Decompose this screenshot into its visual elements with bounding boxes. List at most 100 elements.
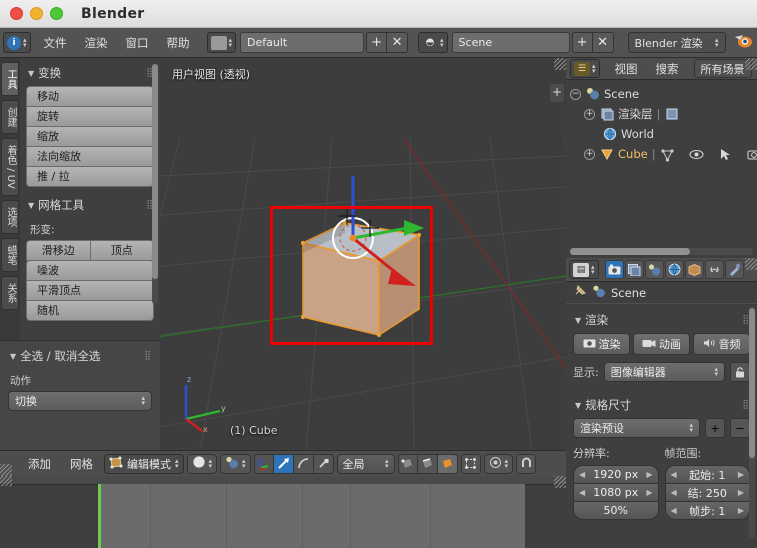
collapse-icon[interactable]: − [570,88,581,100]
render-section-header[interactable]: ▼ 渲染 ⣿ [573,309,750,333]
mesh-tools-panel-header[interactable]: ▼ 网格工具 ⣿ [26,194,154,218]
outliner-row-cube[interactable]: + Cube | [566,144,757,164]
lock-interface-icon[interactable] [730,362,750,382]
minimize-window-button[interactable] [30,7,43,20]
edge-slide-button[interactable]: 滑移边 [26,240,91,261]
chevron-right-icon[interactable]: ▶ [646,488,652,497]
transform-orientation-selector[interactable]: 全局 ▴ ▾ [336,453,395,474]
render-engine-selector[interactable]: Blender 渲染 ▴ ▾ [627,32,726,53]
dimensions-section-header[interactable]: ▼ 规格尺寸 ⣿ [573,394,750,418]
menu-file[interactable]: 文件 [35,32,76,54]
add-preset-button[interactable]: + [705,418,725,438]
outliner-row-world[interactable]: World [566,124,757,144]
randomize-button[interactable]: 随机 [26,300,154,321]
tab-options[interactable]: 选项 [1,199,19,234]
screen-layout-icon-selector[interactable]: ▴ ▾ [206,32,237,53]
edge-select-mode-icon[interactable] [417,453,438,474]
chevron-right-icon[interactable]: ▶ [738,470,744,479]
delete-scene-button[interactable]: ✕ [592,32,614,53]
action-dropdown[interactable]: 切换 ▴ ▾ [8,391,152,411]
display-mode-dropdown[interactable]: 图像编辑器 ▴ ▾ [603,362,725,382]
redo-panel-header[interactable]: ▼ 全选 / 取消全选 ⣿ [8,345,152,369]
scene-linking-selector[interactable]: ▴ ▾ [220,453,251,474]
expand-icon[interactable]: + [584,148,595,160]
timeline-editor[interactable] [0,476,566,548]
push-pull-button[interactable]: 推 / 拉 [26,166,154,187]
scene-browse-selector[interactable]: ◓ ▴ ▾ [418,32,448,53]
transform-panel-header[interactable]: ▼ 变换 ⣿ [26,62,154,86]
pin-icon[interactable] [573,284,587,301]
frame-end-field[interactable]: ◀ 结: 250 ▶ [664,483,750,502]
scale-button[interactable]: 缩放 [26,126,154,147]
timeline-playhead[interactable] [98,484,101,548]
chevron-left-icon[interactable]: ◀ [671,470,677,479]
smooth-vertex-button[interactable]: 平滑顶点 [26,280,154,301]
maximize-window-button[interactable] [50,7,63,20]
render-audio-button[interactable]: 音频 [693,333,750,355]
area-corner-grip-icon[interactable] [0,464,12,476]
footer-menu-add[interactable]: 添加 [20,456,59,472]
chevron-left-icon[interactable]: ◀ [671,506,677,515]
properties-tab-constraints[interactable] [704,260,724,279]
render-animation-button[interactable]: 动画 [633,333,690,355]
viewport-shading-selector[interactable]: ▴ ▾ [186,453,218,474]
screen-layout-name[interactable]: Default [240,32,365,53]
frame-step-field[interactable]: ◀ 帧步: 1 ▶ [664,501,750,520]
tab-create[interactable]: 创建 [1,100,19,134]
scene-name-field[interactable]: Scene [451,32,570,53]
footer-menu-mesh[interactable]: 网格 [62,456,101,472]
outliner-row-render-layers[interactable]: + 渲染层 | [566,104,757,124]
properties-tab-object[interactable] [684,260,704,279]
frame-start-field[interactable]: ◀ 起始: 1 ▶ [664,465,750,484]
visibility-eye-icon[interactable] [689,147,704,162]
renderability-camera-icon[interactable] [747,147,757,162]
properties-tab-render[interactable] [604,260,624,279]
menu-help[interactable]: 帮助 [158,32,199,54]
render-layer-data-icon[interactable] [664,107,679,122]
manipulator-toggle-icon[interactable] [253,453,274,474]
scale-manipulator-icon[interactable] [313,453,334,474]
occlude-geometry-icon[interactable] [460,453,481,474]
resolution-x-field[interactable]: ◀ 1920 px ▶ [573,465,659,484]
selectability-cursor-icon[interactable] [718,147,733,162]
menu-window[interactable]: 窗口 [117,32,158,54]
editor-type-selector-outliner[interactable]: ☰ ▴ ▾ [570,59,600,78]
tab-grease-pencil[interactable]: 蜡笔 [1,237,19,272]
properties-scrollbar[interactable] [749,308,755,538]
outliner-menu-search[interactable]: 搜索 [647,58,688,80]
properties-tab-world[interactable] [664,260,684,279]
viewport-3d[interactable]: z y x 用户视图 (透视) (1) Cube + [160,58,566,450]
shrink-fatten-button[interactable]: 法向缩放 [26,146,154,167]
vertex-select-mode-icon[interactable] [397,453,418,474]
vertex-slide-button[interactable]: 顶点 [90,240,154,261]
translate-button[interactable]: 移动 [26,86,154,107]
menu-render[interactable]: 渲染 [76,32,117,54]
outliner-menu-view[interactable]: 视图 [606,58,647,80]
outliner-row-scene[interactable]: − Scene [566,84,757,104]
resolution-y-field[interactable]: ◀ 1080 px ▶ [573,483,659,502]
tab-relations[interactable]: 关系 [1,275,19,310]
rotate-manipulator-icon[interactable] [293,453,314,474]
remove-preset-button[interactable]: − [730,418,750,438]
render-preset-dropdown[interactable]: 渲染预设 ▴ ▾ [573,418,700,438]
chevron-right-icon[interactable]: ▶ [738,488,744,497]
interaction-mode-selector[interactable]: 编辑模式 ▴ ▾ [104,453,184,474]
chevron-right-icon[interactable]: ▶ [646,470,652,479]
tab-tools[interactable]: 工具 [1,62,19,96]
render-image-button[interactable]: 渲染 [573,333,630,355]
toolshelf-expand-icon[interactable]: + [550,84,564,102]
outliner-horizontal-scrollbar[interactable] [570,248,753,255]
expand-icon[interactable]: + [584,108,595,120]
chevron-left-icon[interactable]: ◀ [579,470,585,479]
area-corner-grip-icon[interactable] [745,258,757,270]
timeline-strip[interactable] [0,484,566,548]
transform-manipulator-gizmo[interactable] [308,176,433,301]
rotate-button[interactable]: 旋转 [26,106,154,127]
editor-type-selector-properties[interactable]: ▤ ▴ ▾ [569,260,599,279]
close-window-button[interactable] [10,7,23,20]
chevron-right-icon[interactable]: ▶ [738,506,744,515]
tab-shading-uv[interactable]: 着色 / UV [1,138,19,196]
pivot-point-selector[interactable]: ▴ ▾ [483,453,514,474]
mesh-data-icon[interactable] [660,147,675,162]
snap-magnet-icon[interactable] [516,453,537,474]
